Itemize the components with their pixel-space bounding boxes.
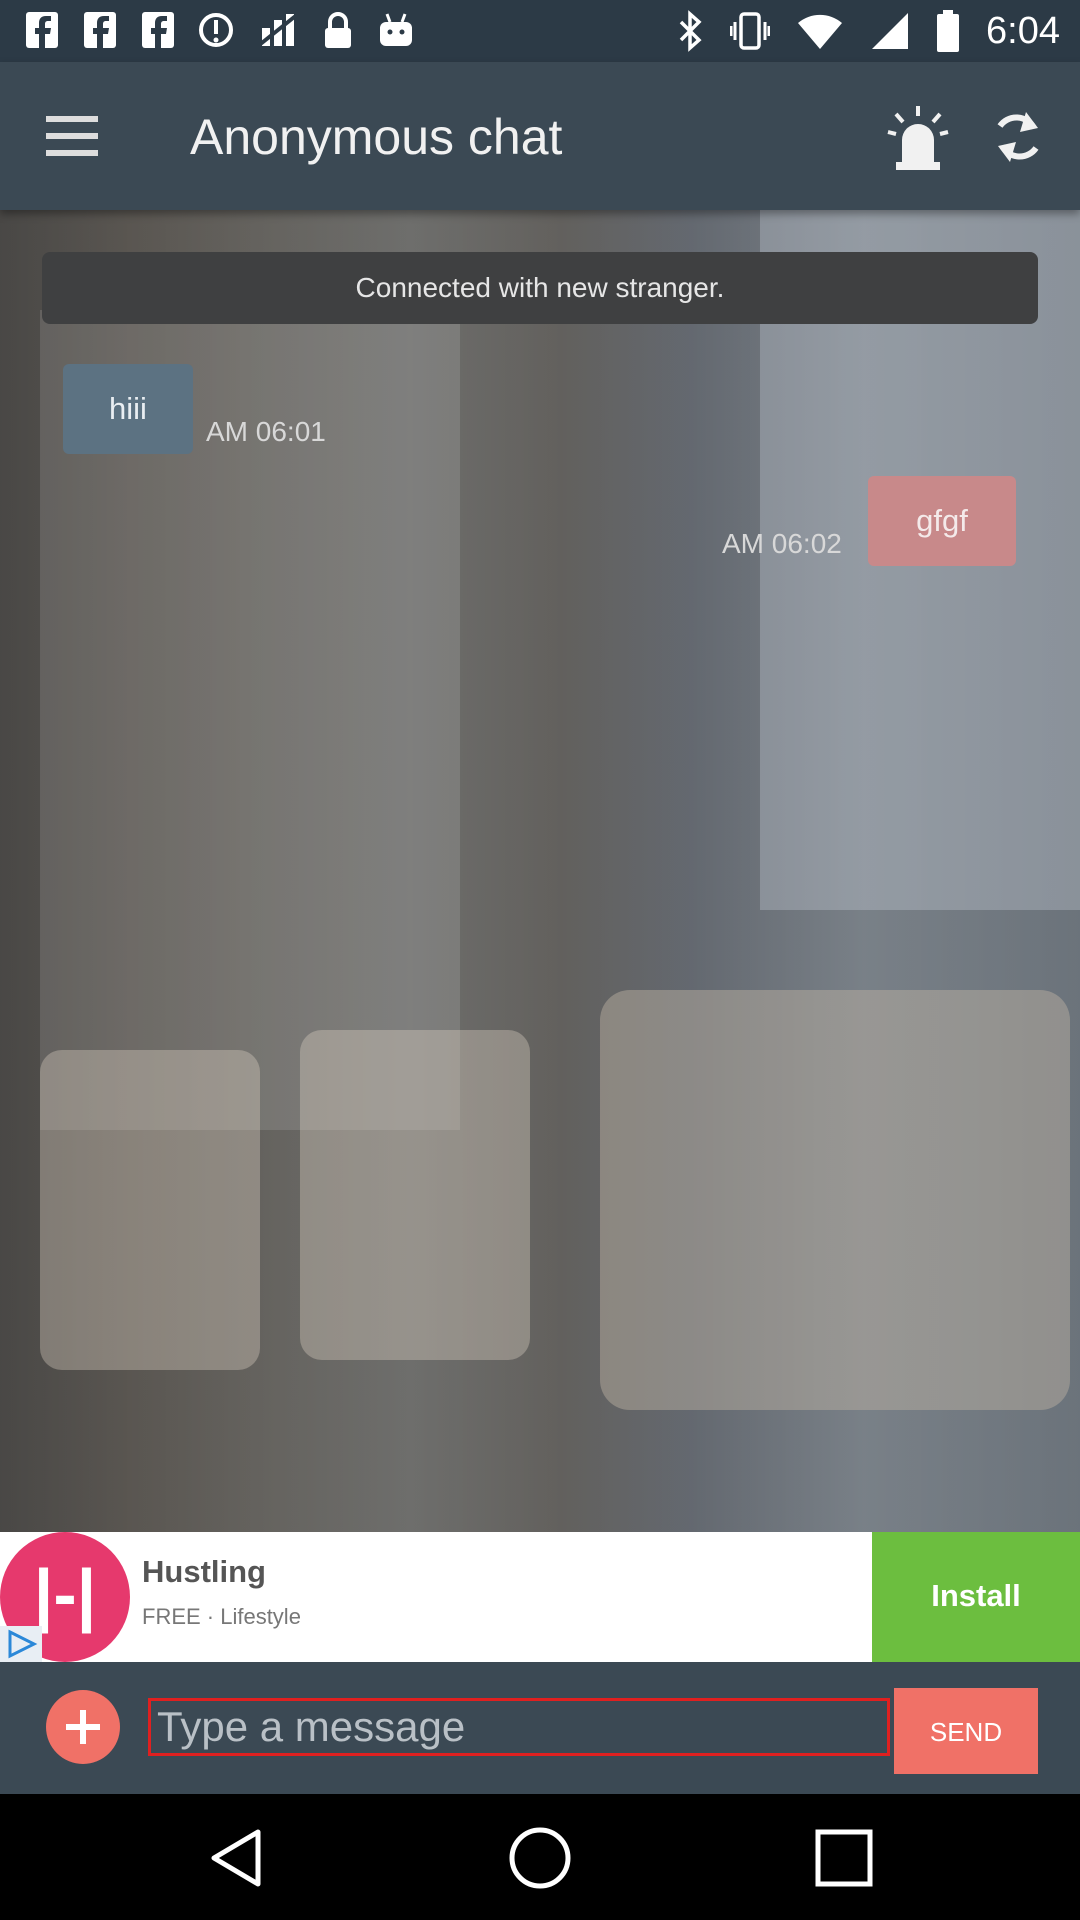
alarm-siren-icon[interactable] bbox=[886, 102, 950, 172]
blocked-icon bbox=[199, 13, 233, 47]
send-button[interactable]: SEND bbox=[894, 1688, 1038, 1774]
message-timestamp: AM 06:01 bbox=[206, 416, 326, 447]
app-bar: Anonymous chat bbox=[0, 62, 1080, 210]
ad-app-subtitle: FREE · Lifestyle bbox=[142, 1604, 301, 1629]
incoming-message-bubble[interactable]: hiii bbox=[63, 364, 193, 454]
background-chair bbox=[40, 1050, 260, 1370]
lock-icon bbox=[325, 12, 351, 48]
signal-icon bbox=[872, 13, 909, 49]
vibrate-icon bbox=[730, 12, 771, 50]
facebook-icon bbox=[142, 12, 174, 48]
refresh-icon[interactable] bbox=[990, 106, 1046, 168]
facebook-icon bbox=[84, 12, 116, 48]
back-icon[interactable] bbox=[206, 1826, 270, 1890]
home-icon[interactable] bbox=[508, 1826, 572, 1890]
message-timestamp: AM 06:02 bbox=[722, 528, 842, 559]
system-message: Connected with new stranger. bbox=[42, 252, 1038, 324]
status-bar: 6:04 bbox=[0, 0, 1080, 62]
ad-choices-icon[interactable] bbox=[0, 1626, 42, 1662]
clock: 6:04 bbox=[986, 10, 1060, 52]
no-signal-icon bbox=[256, 12, 300, 48]
facebook-icon bbox=[26, 12, 58, 48]
battery-icon bbox=[937, 10, 960, 52]
background-sofa bbox=[600, 990, 1070, 1410]
bluetooth-icon bbox=[679, 10, 702, 52]
page-title: Anonymous chat bbox=[190, 109, 563, 165]
ad-banner[interactable]: |-| Hustling FREE · Lifestyle Install bbox=[0, 1532, 1080, 1662]
android-icon bbox=[380, 13, 412, 46]
install-button[interactable]: Install bbox=[872, 1532, 1080, 1662]
navigation-bar bbox=[0, 1794, 1080, 1920]
ad-app-name[interactable]: Hustling bbox=[142, 1554, 266, 1590]
recent-apps-icon[interactable] bbox=[812, 1826, 876, 1890]
chat-area[interactable]: Connected with new stranger. hiii AM 06:… bbox=[0, 210, 1080, 1532]
add-attachment-button[interactable] bbox=[46, 1690, 120, 1764]
background-chair bbox=[300, 1030, 530, 1360]
wifi-icon bbox=[798, 14, 843, 50]
message-input[interactable] bbox=[148, 1698, 890, 1756]
menu-icon[interactable] bbox=[46, 114, 98, 158]
outgoing-message-bubble[interactable]: gfgf bbox=[868, 476, 1016, 566]
message-composer: SEND bbox=[0, 1662, 1080, 1794]
plus-icon bbox=[66, 1710, 100, 1744]
